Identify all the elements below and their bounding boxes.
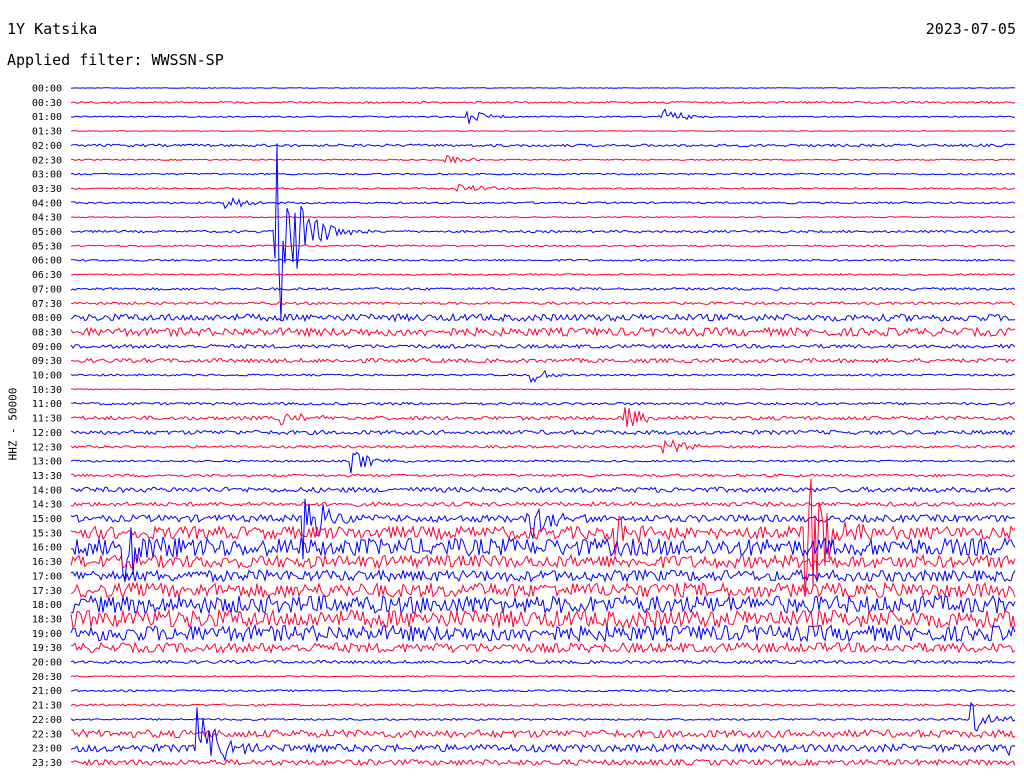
row-tick-label: 03:30 <box>32 184 62 195</box>
trace-row-0600 <box>70 258 1016 262</box>
row-tick-label: 07:30 <box>32 299 62 310</box>
row-tick-label: 19:00 <box>32 629 62 640</box>
trace-group <box>70 87 1016 767</box>
trace-row-2100 <box>70 689 1016 693</box>
trace-row-0830 <box>70 326 1016 339</box>
row-tick-label: 18:30 <box>32 614 62 625</box>
trace-row-1400 <box>71 486 1015 494</box>
trace-row-1530 <box>70 478 1016 593</box>
row-tick-label: 22:30 <box>32 729 62 740</box>
trace-row-1900 <box>70 623 1016 643</box>
row-tick-label: 14:00 <box>32 485 62 496</box>
row-tick-label: 20:00 <box>32 658 62 669</box>
row-tick-label: 06:30 <box>32 270 62 281</box>
row-tick-label: 04:30 <box>32 213 62 224</box>
row-tick-label: 17:00 <box>32 571 62 582</box>
trace-row-2030 <box>70 675 1016 678</box>
trace-row-2000 <box>70 659 1016 665</box>
trace-row-2130 <box>70 703 1016 707</box>
trace-row-1130 <box>70 407 1016 428</box>
row-tick-label: 15:00 <box>32 514 62 525</box>
trace-row-1430 <box>70 501 1016 508</box>
trace-row-0130 <box>70 130 1016 132</box>
row-tick-label: 05:30 <box>32 241 62 252</box>
row-tick-label: 08:00 <box>32 313 62 324</box>
row-tick-label: 14:30 <box>32 500 62 511</box>
row-tick-label: 02:00 <box>32 141 62 152</box>
row-tick-label: 04:00 <box>32 198 62 209</box>
row-tick-label: 23:30 <box>32 758 62 769</box>
row-tick-label: 11:30 <box>32 414 62 425</box>
tick-label-group: 00:00 00:30 01:00 01:30 02:00 02:30 03:00 03:30… <box>32 84 62 769</box>
trace-row-1030 <box>71 388 1016 391</box>
trace-row-0000 <box>70 87 1016 89</box>
trace-row-1730 <box>70 581 1016 600</box>
trace-row-1930 <box>70 641 1016 655</box>
trace-row-1200 <box>70 429 1016 436</box>
row-tick-label: 02:30 <box>32 155 62 166</box>
row-tick-label: 07:00 <box>32 284 62 295</box>
helicorder-plot: 00:00 00:30 01:00 01:30 02:00 02:30 03:00 03:30… <box>32 84 1016 769</box>
trace-row-0030 <box>70 100 1016 104</box>
trace-row-0730 <box>70 301 1016 306</box>
trace-row-1630 <box>70 553 1016 570</box>
row-tick-label: 00:00 <box>32 84 62 95</box>
row-tick-label: 22:00 <box>32 715 62 726</box>
trace-row-0400 <box>71 196 1016 210</box>
row-tick-label: 09:00 <box>32 342 62 353</box>
row-tick-label: 01:00 <box>32 112 62 123</box>
row-tick-label: 18:00 <box>32 600 62 611</box>
row-tick-label: 01:30 <box>32 127 62 138</box>
row-tick-label: 16:00 <box>32 543 62 554</box>
trace-row-1100 <box>70 401 1015 406</box>
trace-row-2200 <box>70 701 1016 732</box>
row-tick-label: 10:30 <box>32 385 62 396</box>
row-tick-label: 12:30 <box>32 442 62 453</box>
trace-row-1230 <box>70 438 1016 454</box>
trace-row-1830 <box>70 608 1016 630</box>
row-tick-label: 09:30 <box>32 356 62 367</box>
trace-row-0900 <box>70 343 1016 350</box>
trace-row-0200 <box>70 143 1016 148</box>
row-tick-label: 21:00 <box>32 686 62 697</box>
row-tick-label: 16:30 <box>32 557 62 568</box>
row-tick-label: 06:00 <box>32 256 62 267</box>
row-tick-label: 10:00 <box>32 371 62 382</box>
row-tick-label: 00:30 <box>32 98 62 109</box>
trace-row-1000 <box>70 369 1016 384</box>
row-tick-label: 15:30 <box>32 528 62 539</box>
trace-row-0330 <box>70 183 1016 192</box>
row-tick-label: 20:30 <box>32 672 62 683</box>
row-tick-label: 19:30 <box>32 643 62 654</box>
trace-row-0530 <box>70 244 1016 248</box>
trace-row-2300 <box>70 707 1016 762</box>
row-tick-label: 17:30 <box>32 586 62 597</box>
trace-row-0430 <box>70 216 1016 219</box>
trace-row-1700 <box>70 568 1016 584</box>
row-tick-label: 13:30 <box>32 471 62 482</box>
trace-row-0300 <box>70 172 1016 176</box>
row-tick-label: 05:00 <box>32 227 62 238</box>
trace-row-2330 <box>70 758 1016 767</box>
trace-row-1300 <box>70 451 1016 474</box>
row-tick-label: 12:00 <box>32 428 62 439</box>
trace-row-0800 <box>70 312 1016 323</box>
trace-row-0700 <box>70 286 1016 291</box>
trace-row-1800 <box>70 594 1016 615</box>
row-tick-label: 11:00 <box>32 399 62 410</box>
row-tick-label: 08:30 <box>32 327 62 338</box>
trace-row-0230 <box>70 154 1016 165</box>
row-tick-label: 13:00 <box>32 457 62 468</box>
trace-row-0100 <box>70 108 1016 124</box>
trace-row-0930 <box>70 357 1016 364</box>
trace-row-1330 <box>70 473 1016 478</box>
row-tick-label: 03:00 <box>32 170 62 181</box>
row-tick-label: 23:00 <box>32 744 62 755</box>
row-tick-label: 21:30 <box>32 701 62 712</box>
trace-row-0630 <box>70 273 1016 276</box>
trace-row-0500 <box>70 143 1016 320</box>
